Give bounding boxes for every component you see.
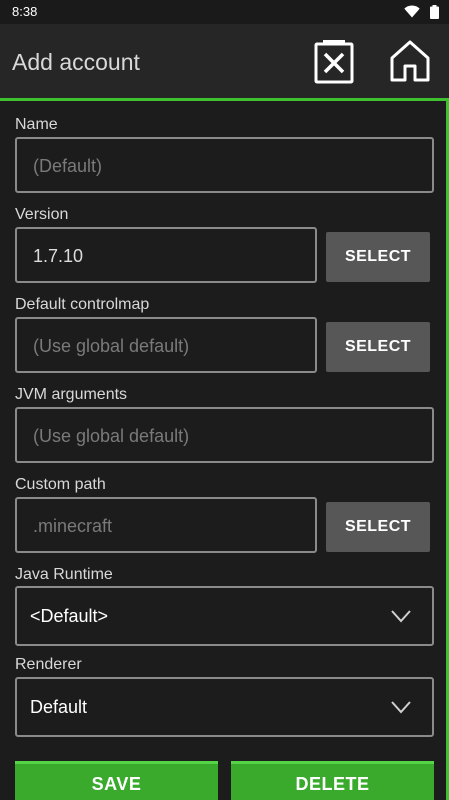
renderer-value: Default xyxy=(30,697,88,717)
app-bar: Add account xyxy=(0,24,449,98)
save-button[interactable]: SAVE xyxy=(15,761,218,800)
java-runtime-label: Java Runtime xyxy=(15,566,113,583)
controlmap-input[interactable]: (Use global default) xyxy=(15,317,317,373)
custom-path-input[interactable]: .minecraft xyxy=(15,497,317,553)
renderer-label: Renderer xyxy=(15,656,82,673)
chevron-down-icon xyxy=(391,610,411,623)
version-label: Version xyxy=(15,206,69,223)
controlmap-select-button[interactable]: SELECT xyxy=(326,322,430,372)
status-icons xyxy=(403,5,439,19)
status-time: 8:38 xyxy=(12,4,38,19)
name-label: Name xyxy=(15,116,58,133)
name-input[interactable]: (Default) xyxy=(15,137,434,193)
controlmap-label: Default controlmap xyxy=(15,296,150,313)
version-value: 1.7.10 xyxy=(33,246,84,266)
jvm-arguments-input[interactable]: (Use global default) xyxy=(15,407,434,463)
delete-x-icon xyxy=(314,40,354,84)
jvm-arguments-placeholder: (Use global default) xyxy=(33,426,190,446)
version-input[interactable]: 1.7.10 xyxy=(15,227,317,283)
controlmap-placeholder: (Use global default) xyxy=(33,336,190,356)
wifi-icon xyxy=(403,5,420,18)
account-form: Name (Default) Version 1.7.10 SELECT Def… xyxy=(0,101,446,800)
screen: 8:38 Add account Name (Default) Version … xyxy=(0,0,449,800)
name-placeholder: (Default) xyxy=(33,156,103,176)
custom-path-placeholder: .minecraft xyxy=(33,516,113,536)
version-select-button[interactable]: SELECT xyxy=(326,232,430,282)
custom-path-label: Custom path xyxy=(15,476,106,493)
home-icon xyxy=(390,40,430,82)
renderer-dropdown[interactable]: Default xyxy=(15,677,434,737)
status-bar: 8:38 xyxy=(0,0,449,24)
chevron-down-icon xyxy=(391,701,411,714)
delete-button[interactable]: DELETE xyxy=(231,761,434,800)
java-runtime-dropdown[interactable]: <Default> xyxy=(15,586,434,646)
custom-path-select-button[interactable]: SELECT xyxy=(326,502,430,552)
java-runtime-value: <Default> xyxy=(30,606,109,626)
page-title: Add account xyxy=(12,49,140,75)
battery-icon xyxy=(430,5,439,19)
jvm-arguments-label: JVM arguments xyxy=(15,386,128,403)
home-button[interactable] xyxy=(387,38,433,84)
delete-account-button[interactable] xyxy=(311,38,357,84)
